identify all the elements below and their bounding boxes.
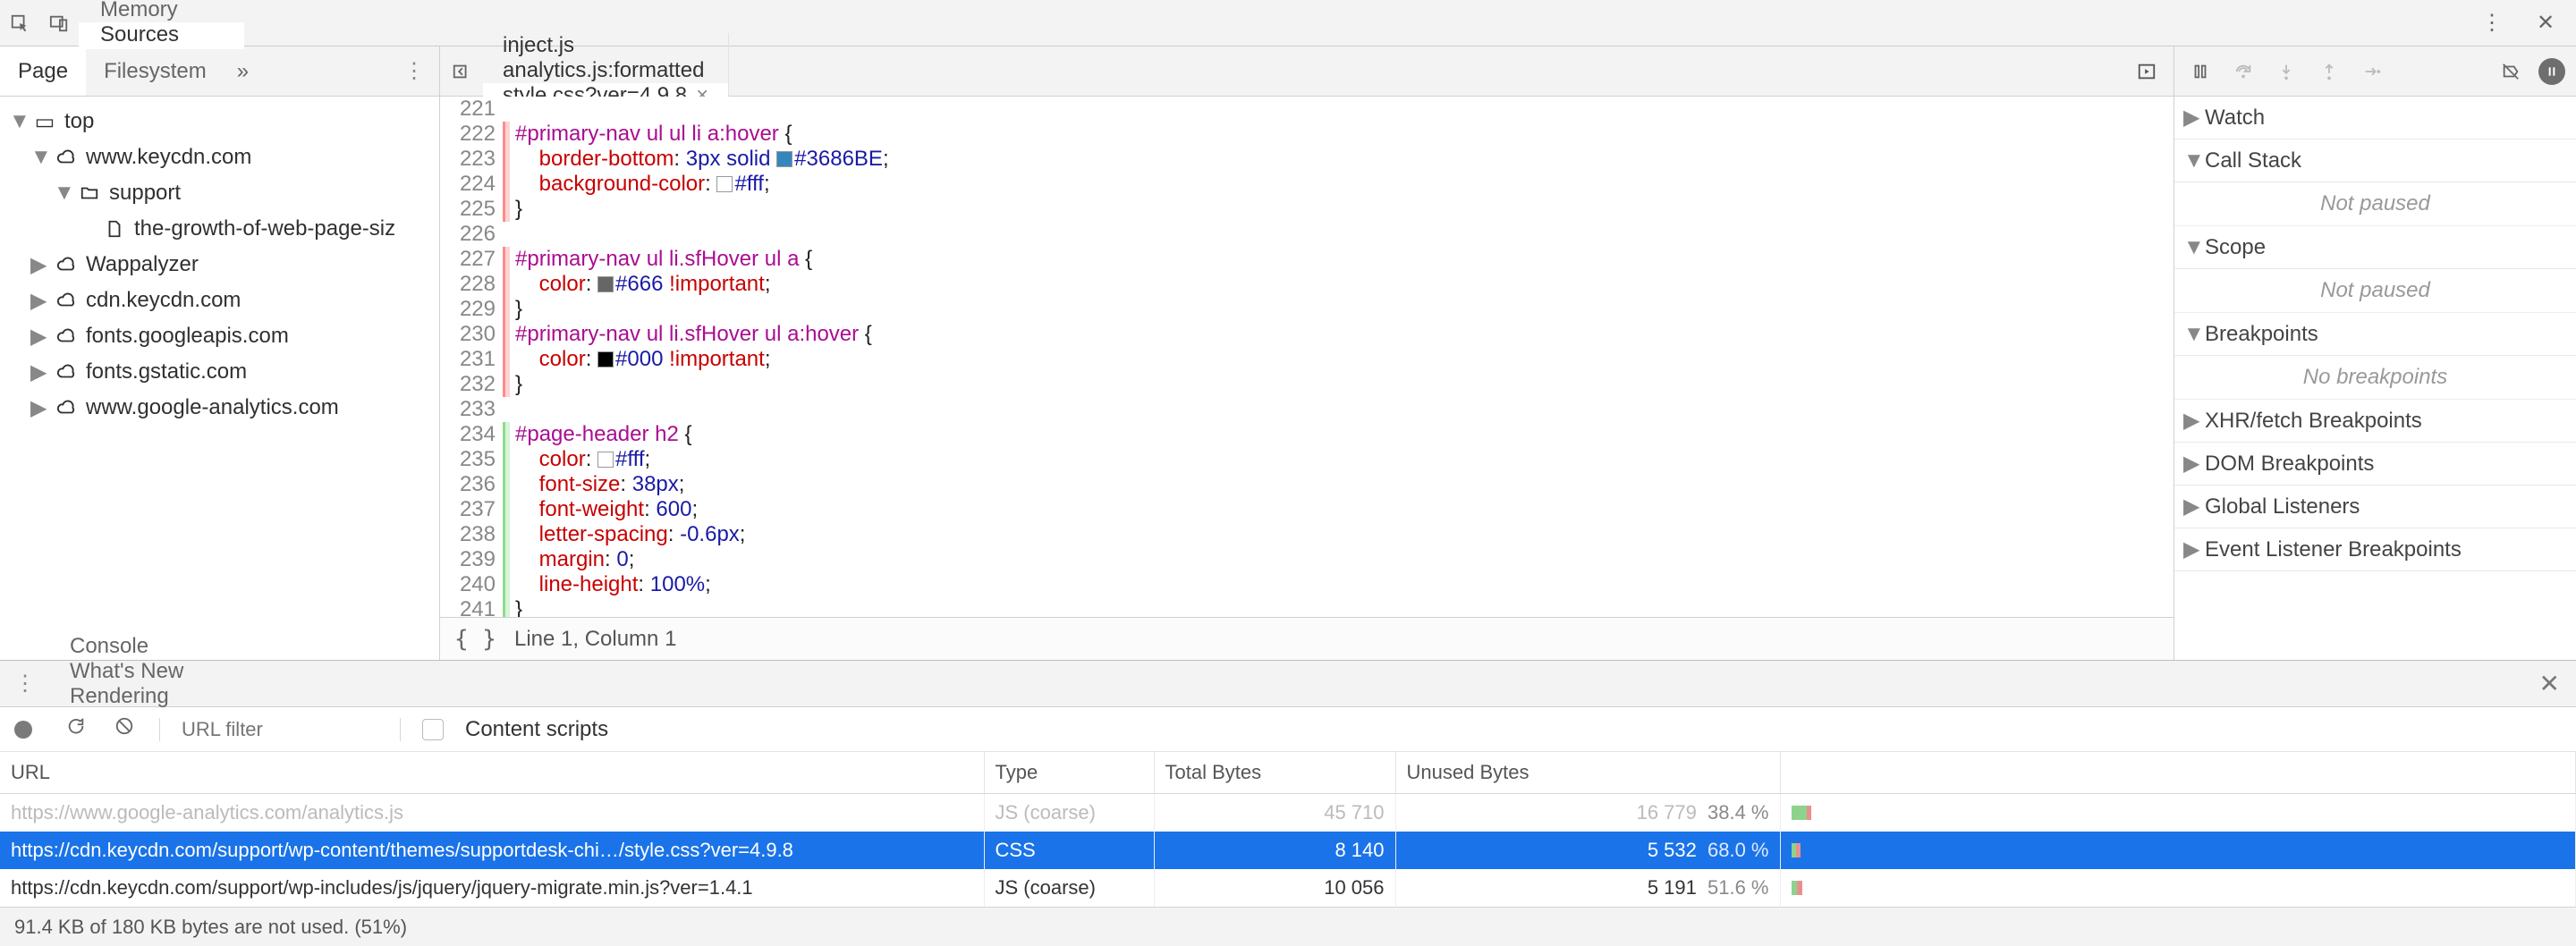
drawer-tab-console[interactable]: Console	[50, 634, 203, 659]
section-dom-breakpoints[interactable]: ▶DOM Breakpoints	[2174, 443, 2576, 486]
navigator-more-icon[interactable]: »	[225, 59, 261, 84]
tree-top[interactable]: ▼▭top	[4, 104, 436, 139]
inspect-element-icon[interactable]	[0, 4, 39, 43]
device-toolbar-icon[interactable]	[39, 4, 79, 43]
cell-unused: 5 532 68.0 %	[1395, 832, 1780, 869]
section-xhr-breakpoints[interactable]: ▶XHR/fetch Breakpoints	[2174, 400, 2576, 443]
cell-type: JS (coarse)	[984, 869, 1154, 907]
col-unused[interactable]: Unused Bytes	[1395, 752, 1780, 794]
drawer-tab-rendering[interactable]: Rendering	[50, 684, 203, 709]
cell-unused: 5 191 51.6 %	[1395, 869, 1780, 907]
navigator-tabbar: Page Filesystem » ⋮	[0, 46, 439, 97]
coverage-row[interactable]: https://www.google-analytics.com/analyti…	[0, 794, 2576, 832]
cell-total: 45 710	[1154, 794, 1395, 832]
coverage-row[interactable]: https://cdn.keycdn.com/support/wp-conten…	[0, 832, 2576, 869]
section-callstack[interactable]: ▼Call Stack	[2174, 139, 2576, 182]
file-icon	[102, 219, 127, 239]
callstack-empty: Not paused	[2174, 182, 2576, 226]
pause-on-exceptions-icon[interactable]	[2538, 58, 2565, 85]
section-scope[interactable]: ▼Scope	[2174, 226, 2576, 269]
pause-icon[interactable]	[2185, 56, 2216, 87]
tree-domain[interactable]: ▶cdn.keycdn.com	[4, 283, 436, 318]
coverage-toolbar: Content scripts	[0, 707, 2576, 752]
coverage-table: URL Type Total Bytes Unused Bytes https:…	[0, 752, 2576, 907]
section-global-listeners[interactable]: ▶Global Listeners	[2174, 486, 2576, 528]
content-scripts-label: Content scripts	[465, 717, 608, 742]
more-menu-icon[interactable]: ⋮	[2472, 4, 2512, 43]
navigator-menu-icon[interactable]: ⋮	[389, 58, 439, 84]
step-over-icon[interactable]	[2228, 56, 2258, 87]
step-icon[interactable]	[2357, 56, 2387, 87]
section-watch[interactable]: ▶Watch	[2174, 97, 2576, 139]
cloud-icon	[54, 148, 79, 167]
cell-usage	[1780, 869, 2576, 907]
cloud-icon	[54, 291, 79, 310]
cursor-position: Line 1, Column 1	[514, 627, 676, 652]
cell-unused: 16 779 38.4 %	[1395, 794, 1780, 832]
drawer-menu-icon[interactable]: ⋮	[0, 671, 50, 697]
section-event-breakpoints[interactable]: ▶Event Listener Breakpoints	[2174, 528, 2576, 571]
step-out-icon[interactable]	[2314, 56, 2344, 87]
main-tab-bar: ElementsNetworkAuditsSecurityMemorySourc…	[0, 0, 2576, 46]
cell-url: https://cdn.keycdn.com/support/wp-includ…	[0, 869, 984, 907]
reload-button[interactable]	[63, 716, 89, 742]
window-icon: ▭	[32, 109, 57, 135]
tree-domain[interactable]: ▶Wappalyzer	[4, 247, 436, 283]
drawer-close-icon[interactable]: ✕	[2523, 669, 2576, 698]
col-type[interactable]: Type	[984, 752, 1154, 794]
col-url[interactable]: URL	[0, 752, 984, 794]
cell-total: 8 140	[1154, 832, 1395, 869]
editor-tabbar: inject.jsanalytics.js:formattedstyle.css…	[440, 46, 2174, 97]
coverage-row[interactable]: https://cdn.keycdn.com/support/wp-includ…	[0, 869, 2576, 907]
tree-domain[interactable]: ▼www.keycdn.com	[4, 139, 436, 175]
url-filter-input[interactable]	[182, 718, 378, 741]
cloud-icon	[54, 398, 79, 418]
cell-type: CSS	[984, 832, 1154, 869]
scope-empty: Not paused	[2174, 269, 2576, 313]
drawer-tab-what-s-new[interactable]: What's New	[50, 659, 203, 684]
cloud-icon	[54, 255, 79, 275]
tree-domain[interactable]: ▶www.google-analytics.com	[4, 390, 436, 426]
file-tree: ▼▭top ▼www.keycdn.com ▼support the-growt…	[0, 97, 439, 433]
cloud-icon	[54, 362, 79, 382]
file-tab-label: inject.js	[503, 33, 574, 58]
code-editor[interactable]: 2212222232242252262272282292302312322332…	[440, 97, 2174, 617]
tab-page[interactable]: Page	[0, 46, 86, 96]
cell-url: https://www.google-analytics.com/analyti…	[0, 794, 984, 832]
cell-total: 10 056	[1154, 869, 1395, 907]
col-usage[interactable]	[1780, 752, 2576, 794]
breakpoints-empty: No breakpoints	[2174, 356, 2576, 400]
cell-usage	[1780, 794, 2576, 832]
content-scripts-checkbox[interactable]	[422, 719, 444, 740]
tree-file[interactable]: the-growth-of-web-page-siz	[4, 211, 436, 247]
main-tab-memory[interactable]: Memory	[79, 0, 244, 22]
record-button[interactable]	[14, 721, 41, 739]
tree-domain[interactable]: ▶fonts.googleapis.com	[4, 318, 436, 354]
cell-usage	[1780, 832, 2576, 869]
file-tab-label: analytics.js:formatted	[503, 58, 704, 83]
coverage-status: 91.4 KB of 180 KB bytes are not used. (5…	[0, 907, 2576, 946]
cloud-icon	[54, 326, 79, 346]
step-into-icon[interactable]	[2271, 56, 2301, 87]
col-total[interactable]: Total Bytes	[1154, 752, 1395, 794]
tree-folder[interactable]: ▼support	[4, 175, 436, 211]
tab-filesystem[interactable]: Filesystem	[86, 46, 225, 96]
file-tab[interactable]: analytics.js:formatted	[483, 58, 729, 83]
clear-button[interactable]	[111, 716, 138, 742]
main-tab-sources[interactable]: Sources	[79, 22, 244, 49]
show-debugger-icon[interactable]	[2125, 62, 2168, 81]
section-breakpoints[interactable]: ▼Breakpoints	[2174, 313, 2576, 356]
close-devtools-icon[interactable]: ✕	[2526, 4, 2565, 43]
cell-url: https://cdn.keycdn.com/support/wp-conten…	[0, 832, 984, 869]
tree-domain[interactable]: ▶fonts.gstatic.com	[4, 354, 436, 390]
pretty-print-icon[interactable]: { }	[454, 626, 496, 653]
file-tab[interactable]: inject.js	[483, 33, 729, 58]
cell-type: JS (coarse)	[984, 794, 1154, 832]
drawer-tabbar: ⋮ ConsoleWhat's NewRenderingCoverage× ✕	[0, 661, 2576, 707]
folder-icon	[77, 183, 102, 203]
debugger-toolbar	[2174, 46, 2576, 97]
editor-status-bar: { } Line 1, Column 1	[440, 617, 2174, 660]
nav-back-icon[interactable]	[440, 62, 483, 81]
deactivate-breakpoints-icon[interactable]	[2496, 56, 2526, 87]
